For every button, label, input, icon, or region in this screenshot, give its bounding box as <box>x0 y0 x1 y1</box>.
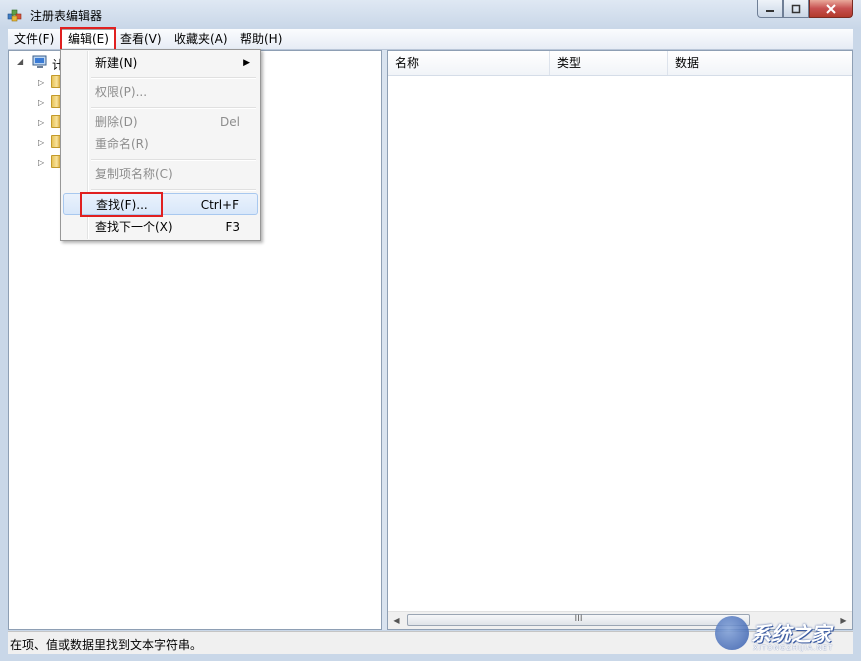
menu-item-find-next[interactable]: 查找下一个(X) F3 <box>63 216 258 238</box>
menu-item-new-label: 新建(N) <box>95 56 138 70</box>
title-bar: 注册表编辑器 <box>0 0 861 28</box>
watermark-text: 系统之家 <box>751 622 831 646</box>
menu-item-permissions-label: 权限(P)... <box>95 85 148 99</box>
watermark-logo-icon <box>715 616 749 650</box>
column-header-type[interactable]: 类型 <box>550 51 668 75</box>
menu-item-rename-label: 重命名(R) <box>95 137 149 151</box>
maximize-icon <box>791 4 801 13</box>
expand-icon[interactable]: ▷ <box>38 118 46 127</box>
menu-item-new[interactable]: 新建(N) ▶ <box>63 52 258 74</box>
minimize-button[interactable] <box>757 0 783 18</box>
close-button[interactable] <box>809 0 853 18</box>
expand-icon[interactable]: ▷ <box>38 98 46 107</box>
menu-item-delete-shortcut: Del <box>220 115 240 129</box>
menu-separator <box>91 159 256 161</box>
column-header-name[interactable]: 名称 <box>388 51 550 75</box>
values-list-pane[interactable]: 名称 类型 数据 ◀ III ▶ <box>387 50 853 630</box>
menu-separator <box>91 107 256 109</box>
menu-item-find-shortcut: Ctrl+F <box>200 198 239 212</box>
window-title: 注册表编辑器 <box>30 9 103 23</box>
registry-editor-icon <box>7 9 22 22</box>
status-text: 在项、值或数据里找到文本字符串。 <box>10 638 203 652</box>
watermark: 系统之家 XITONGZHIJIA.NET <box>715 612 855 656</box>
highlight-box-find <box>80 192 163 217</box>
scrollbar-thumb[interactable]: III <box>407 614 750 626</box>
expand-icon[interactable]: ▷ <box>38 138 46 147</box>
menu-view[interactable]: 查看(V) <box>114 29 168 49</box>
menu-item-permissions: 权限(P)... <box>63 81 258 103</box>
menu-separator <box>91 77 256 79</box>
menu-item-copy-key-name-label: 复制项名称(C) <box>95 167 173 181</box>
minimize-icon <box>766 9 774 12</box>
close-icon <box>826 3 836 14</box>
expand-root-icon[interactable]: ◢ <box>17 57 25 66</box>
menu-item-find-next-label: 查找下一个(X) <box>95 220 173 234</box>
menu-item-rename: 重命名(R) <box>63 133 258 155</box>
highlight-box-edit-menu <box>60 27 116 51</box>
column-header-data[interactable]: 数据 <box>668 51 852 75</box>
registry-editor-window: 注册表编辑器 文件(F) 编辑(E) 查看(V) 收藏夹(A) 帮助(H) ◢ … <box>0 0 861 661</box>
menu-file[interactable]: 文件(F) <box>8 29 60 49</box>
column-headers: 名称 类型 数据 <box>388 51 852 76</box>
scroll-grip-icon: III <box>574 614 583 624</box>
expand-icon[interactable]: ▷ <box>38 158 46 167</box>
menu-item-find-next-shortcut: F3 <box>225 220 240 234</box>
submenu-arrow-icon: ▶ <box>243 58 250 68</box>
menu-favorites[interactable]: 收藏夹(A) <box>168 29 234 49</box>
menu-item-delete-label: 删除(D) <box>95 115 138 129</box>
menu-item-delete: 删除(D) Del <box>63 111 258 133</box>
menu-item-copy-key-name: 复制项名称(C) <box>63 163 258 185</box>
expand-icon[interactable]: ▷ <box>38 78 46 87</box>
scroll-left-arrow-icon[interactable]: ◀ <box>388 612 405 629</box>
computer-icon <box>32 55 47 68</box>
menu-bar: 文件(F) 编辑(E) 查看(V) 收藏夹(A) 帮助(H) <box>8 29 853 50</box>
menu-help[interactable]: 帮助(H) <box>234 29 288 49</box>
watermark-subtext: XITONGZHIJIA.NET <box>753 644 834 652</box>
maximize-button[interactable] <box>783 0 809 18</box>
window-controls <box>757 0 853 18</box>
menu-separator <box>91 189 256 191</box>
